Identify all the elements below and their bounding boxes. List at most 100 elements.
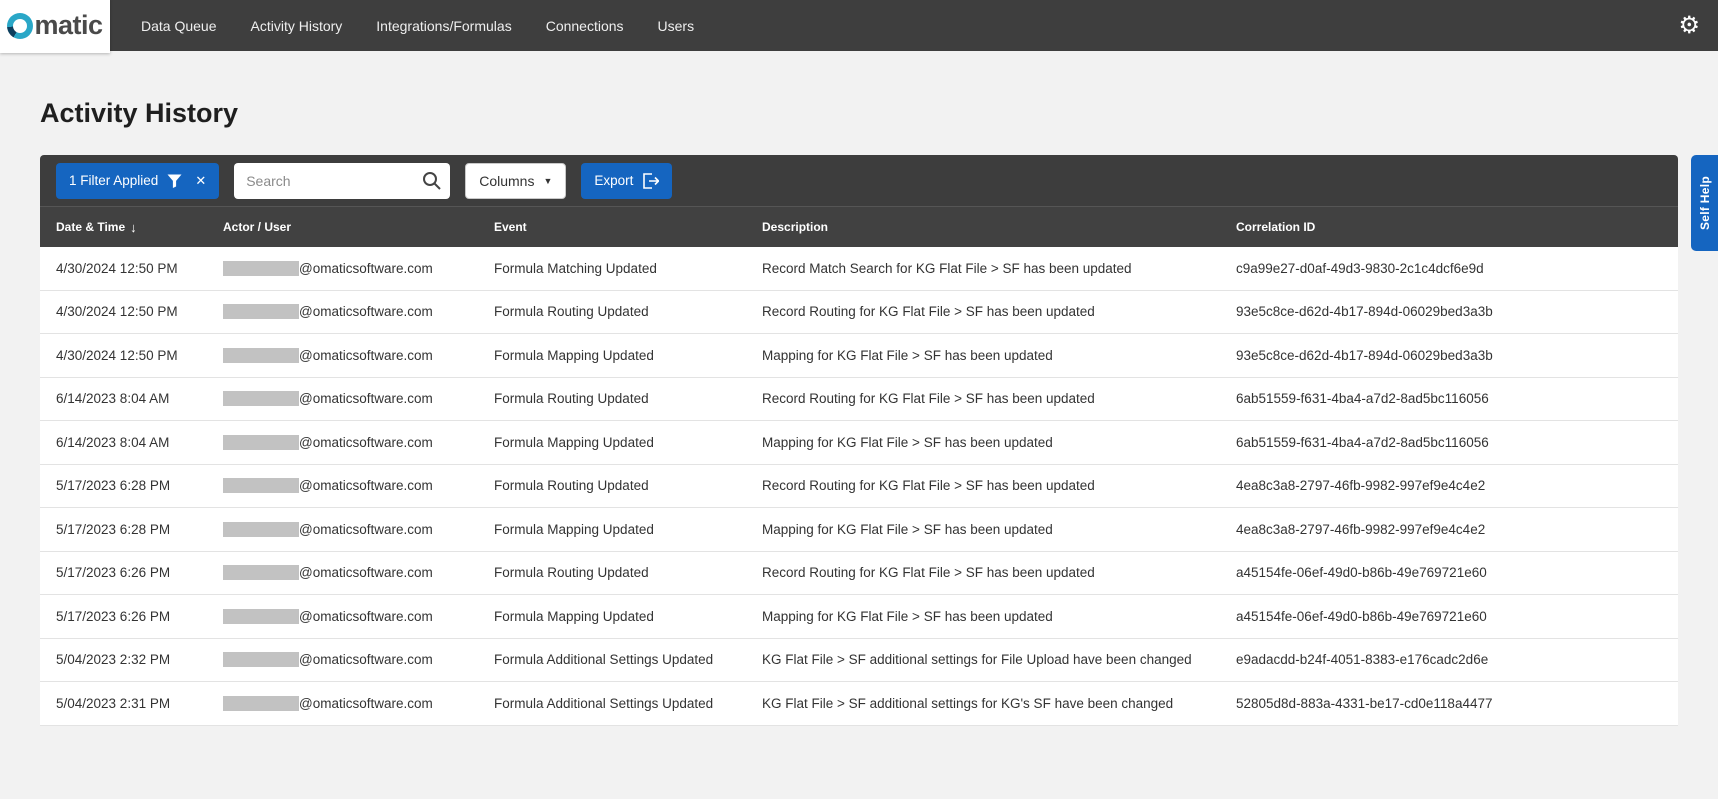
cell-description: Record Match Search for KG Flat File > S… xyxy=(762,261,1236,276)
columns-dropdown-button[interactable]: Columns ▼ xyxy=(465,163,566,199)
cell-correlation-id: a45154fe-06ef-49d0-b86b-49e769721e60 xyxy=(1236,609,1662,624)
cell-actor-user: @omaticsoftware.com xyxy=(223,652,494,667)
export-label: Export xyxy=(594,173,633,188)
nav-item-connections[interactable]: Connections xyxy=(529,2,641,50)
cell-description: Record Routing for KG Flat File > SF has… xyxy=(762,391,1236,406)
cell-actor-user: @omaticsoftware.com xyxy=(223,261,494,276)
table-row: 4/30/2024 12:50 PM @omaticsoftware.com F… xyxy=(40,291,1678,335)
cell-actor-user: @omaticsoftware.com xyxy=(223,696,494,711)
cell-description: Mapping for KG Flat File > SF has been u… xyxy=(762,435,1236,450)
export-button[interactable]: Export xyxy=(581,163,672,199)
table-header: Date & Time ↓ Actor / User Event Descrip… xyxy=(40,206,1678,247)
nav-item-activity-history[interactable]: Activity History xyxy=(234,2,360,50)
cell-date-time: 6/14/2023 8:04 AM xyxy=(56,435,223,450)
settings-gear-icon[interactable]: ⚙ xyxy=(1678,14,1700,38)
nav-item-data-queue[interactable]: Data Queue xyxy=(124,2,234,50)
redacted-name-block xyxy=(223,391,299,406)
cell-date-time: 6/14/2023 8:04 AM xyxy=(56,391,223,406)
table-row: 5/17/2023 6:28 PM @omaticsoftware.com Fo… xyxy=(40,465,1678,509)
cell-actor-user: @omaticsoftware.com xyxy=(223,435,494,450)
filter-applied-button[interactable]: 1 Filter Applied ✕ xyxy=(56,163,219,199)
redacted-name-block xyxy=(223,609,299,624)
redacted-name-block xyxy=(223,478,299,493)
nav-item-users[interactable]: Users xyxy=(641,2,712,50)
logo[interactable]: matic xyxy=(0,0,110,53)
cell-date-time: 5/04/2023 2:32 PM xyxy=(56,652,223,667)
table-row: 5/17/2023 6:28 PM @omaticsoftware.com Fo… xyxy=(40,508,1678,552)
actor-email: @omaticsoftware.com xyxy=(299,391,433,406)
cell-event: Formula Mapping Updated xyxy=(494,348,762,363)
nav-items: Data Queue Activity History Integrations… xyxy=(124,2,711,50)
sort-desc-icon[interactable]: ↓ xyxy=(130,220,137,235)
cell-correlation-id: 6ab51559-f631-4ba4-a7d2-8ad5bc116056 xyxy=(1236,435,1662,450)
cell-date-time: 5/17/2023 6:28 PM xyxy=(56,478,223,493)
table-row: 6/14/2023 8:04 AM @omaticsoftware.com Fo… xyxy=(40,421,1678,465)
actor-email: @omaticsoftware.com xyxy=(299,348,433,363)
redacted-name-block xyxy=(223,261,299,276)
cell-correlation-id: a45154fe-06ef-49d0-b86b-49e769721e60 xyxy=(1236,565,1662,580)
cell-actor-user: @omaticsoftware.com xyxy=(223,522,494,537)
actor-email: @omaticsoftware.com xyxy=(299,304,433,319)
cell-actor-user: @omaticsoftware.com xyxy=(223,609,494,624)
cell-event: Formula Routing Updated xyxy=(494,478,762,493)
redacted-name-block xyxy=(223,304,299,319)
cell-date-time: 5/17/2023 6:26 PM xyxy=(56,609,223,624)
actor-email: @omaticsoftware.com xyxy=(299,435,433,450)
table-row: 6/14/2023 8:04 AM @omaticsoftware.com Fo… xyxy=(40,378,1678,422)
actor-email: @omaticsoftware.com xyxy=(299,261,433,276)
table-row: 5/04/2023 2:32 PM @omaticsoftware.com Fo… xyxy=(40,639,1678,683)
cell-description: Mapping for KG Flat File > SF has been u… xyxy=(762,522,1236,537)
redacted-name-block xyxy=(223,435,299,450)
cell-correlation-id: 4ea8c3a8-2797-46fb-9982-997ef9e4c4e2 xyxy=(1236,522,1662,537)
cell-correlation-id: e9adacdd-b24f-4051-8383-e176cadc2d6e xyxy=(1236,652,1662,667)
cell-correlation-id: 4ea8c3a8-2797-46fb-9982-997ef9e4c4e2 xyxy=(1236,478,1662,493)
top-navbar: matic Data Queue Activity History Integr… xyxy=(0,0,1718,51)
column-header-actor-user[interactable]: Actor / User xyxy=(223,220,494,234)
self-help-tab[interactable]: Self Help xyxy=(1691,155,1718,251)
actor-email: @omaticsoftware.com xyxy=(299,652,433,667)
cell-description: Record Routing for KG Flat File > SF has… xyxy=(762,304,1236,319)
table-row: 4/30/2024 12:50 PM @omaticsoftware.com F… xyxy=(40,334,1678,378)
filter-funnel-icon xyxy=(167,174,182,188)
export-icon xyxy=(642,173,659,189)
cell-actor-user: @omaticsoftware.com xyxy=(223,304,494,319)
table-body: 4/30/2024 12:50 PM @omaticsoftware.com F… xyxy=(40,247,1678,726)
actor-email: @omaticsoftware.com xyxy=(299,696,433,711)
search-input[interactable] xyxy=(234,163,450,199)
cell-description: KG Flat File > SF additional settings fo… xyxy=(762,696,1236,711)
redacted-name-block xyxy=(223,565,299,580)
columns-label: Columns xyxy=(479,173,534,189)
column-header-correlation-id[interactable]: Correlation ID xyxy=(1236,220,1662,234)
actor-email: @omaticsoftware.com xyxy=(299,609,433,624)
table-row: 5/17/2023 6:26 PM @omaticsoftware.com Fo… xyxy=(40,595,1678,639)
cell-correlation-id: 93e5c8ce-d62d-4b17-894d-06029bed3a3b xyxy=(1236,304,1662,319)
cell-correlation-id: 93e5c8ce-d62d-4b17-894d-06029bed3a3b xyxy=(1236,348,1662,363)
cell-event: Formula Mapping Updated xyxy=(494,522,762,537)
cell-description: Record Routing for KG Flat File > SF has… xyxy=(762,478,1236,493)
table-row: 5/17/2023 6:26 PM @omaticsoftware.com Fo… xyxy=(40,552,1678,596)
clear-filter-icon[interactable]: ✕ xyxy=(195,173,206,189)
cell-date-time: 4/30/2024 12:50 PM xyxy=(56,304,223,319)
cell-correlation-id: 52805d8d-883a-4331-be17-cd0e118a4477 xyxy=(1236,696,1662,711)
actor-email: @omaticsoftware.com xyxy=(299,522,433,537)
cell-date-time: 5/04/2023 2:31 PM xyxy=(56,696,223,711)
cell-date-time: 5/17/2023 6:28 PM xyxy=(56,522,223,537)
redacted-name-block xyxy=(223,522,299,537)
column-header-event[interactable]: Event xyxy=(494,220,762,234)
redacted-name-block xyxy=(223,652,299,667)
redacted-name-block xyxy=(223,348,299,363)
cell-correlation-id: 6ab51559-f631-4ba4-a7d2-8ad5bc116056 xyxy=(1236,391,1662,406)
search-icon[interactable] xyxy=(422,171,441,190)
nav-item-integrations-formulas[interactable]: Integrations/Formulas xyxy=(359,2,528,50)
cell-actor-user: @omaticsoftware.com xyxy=(223,348,494,363)
redacted-name-block xyxy=(223,696,299,711)
logo-text: matic xyxy=(34,10,102,41)
cell-correlation-id: c9a99e27-d0af-49d3-9830-2c1c4dcf6e9d xyxy=(1236,261,1662,276)
cell-date-time: 4/30/2024 12:50 PM xyxy=(56,261,223,276)
cell-description: Mapping for KG Flat File > SF has been u… xyxy=(762,348,1236,363)
column-header-description[interactable]: Description xyxy=(762,220,1236,234)
actor-email: @omaticsoftware.com xyxy=(299,478,433,493)
cell-description: KG Flat File > SF additional settings fo… xyxy=(762,652,1236,667)
cell-actor-user: @omaticsoftware.com xyxy=(223,565,494,580)
column-header-date-time[interactable]: Date & Time ↓ xyxy=(56,220,223,235)
